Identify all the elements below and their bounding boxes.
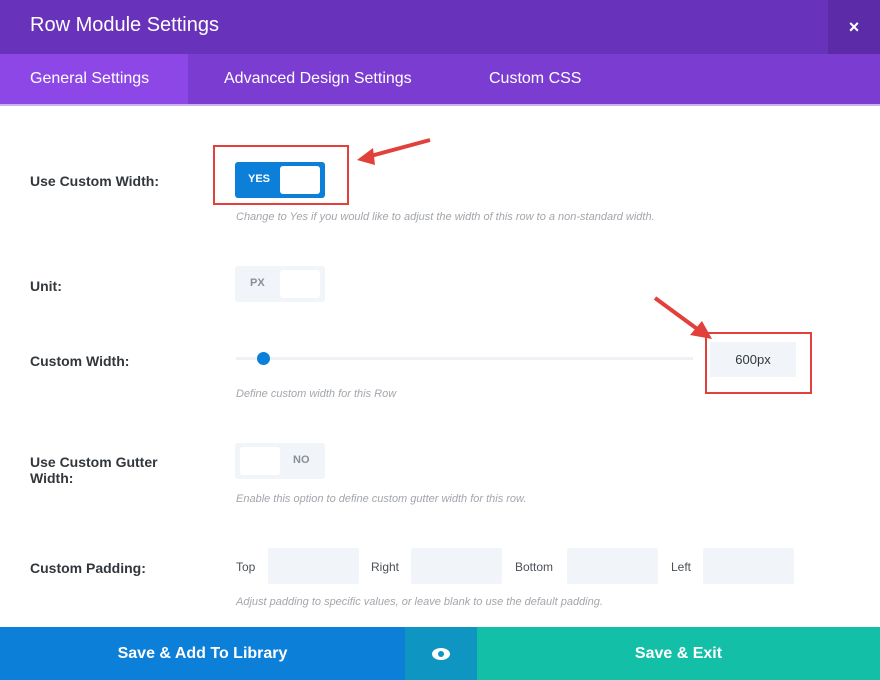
gutter-description: Enable this option to define custom gutt…: [236, 493, 527, 505]
padding-top-label: Top: [236, 560, 256, 574]
close-button[interactable]: ×: [828, 0, 880, 54]
padding-left-input[interactable]: [703, 548, 794, 584]
use-custom-width-label: Use Custom Width:: [30, 173, 159, 189]
padding-bottom-input[interactable]: [567, 548, 658, 584]
preview-button[interactable]: [405, 627, 477, 680]
toggle-knob: [240, 447, 280, 475]
unit-label: Unit:: [30, 278, 62, 294]
annotation-box: [213, 145, 349, 205]
tab-advanced-design-settings[interactable]: Advanced Design Settings: [194, 54, 442, 104]
gutter-toggle[interactable]: NO: [235, 443, 325, 479]
tab-bar: General Settings Advanced Design Setting…: [0, 54, 880, 106]
eye-icon: [432, 647, 450, 660]
annotation-arrow-icon: [653, 296, 712, 339]
tab-general-settings[interactable]: General Settings: [0, 54, 188, 104]
modal-title: Row Module Settings: [30, 14, 219, 36]
padding-left-label: Left: [671, 560, 692, 574]
annotation-arrow-icon: [357, 138, 431, 165]
tab-custom-css[interactable]: Custom CSS: [459, 54, 611, 104]
save-add-to-library-button[interactable]: Save & Add To Library: [0, 627, 405, 680]
unit-value: PX: [250, 277, 265, 289]
gutter-label: Use Custom Gutter Width:: [30, 454, 158, 486]
custom-width-slider-track[interactable]: [236, 357, 693, 360]
toggle-knob: [280, 270, 320, 298]
custom-width-label: Custom Width:: [30, 353, 130, 369]
custom-width-description: Define custom width for this Row: [236, 388, 397, 400]
custom-padding-description: Adjust padding to specific values, or le…: [236, 596, 603, 608]
annotation-box: [705, 332, 812, 394]
custom-width-slider-handle[interactable]: [257, 352, 271, 365]
unit-toggle[interactable]: PX: [235, 266, 325, 302]
padding-bottom-label: Bottom: [515, 560, 554, 574]
padding-right-label: Right: [371, 560, 400, 574]
padding-top-input[interactable]: [268, 548, 359, 584]
padding-right-input[interactable]: [411, 548, 502, 584]
save-exit-button[interactable]: Save & Exit: [477, 627, 880, 680]
use-custom-width-description: Change to Yes if you would like to adjus…: [236, 211, 655, 223]
gutter-value: NO: [293, 454, 310, 466]
custom-padding-label: Custom Padding:: [30, 560, 146, 576]
